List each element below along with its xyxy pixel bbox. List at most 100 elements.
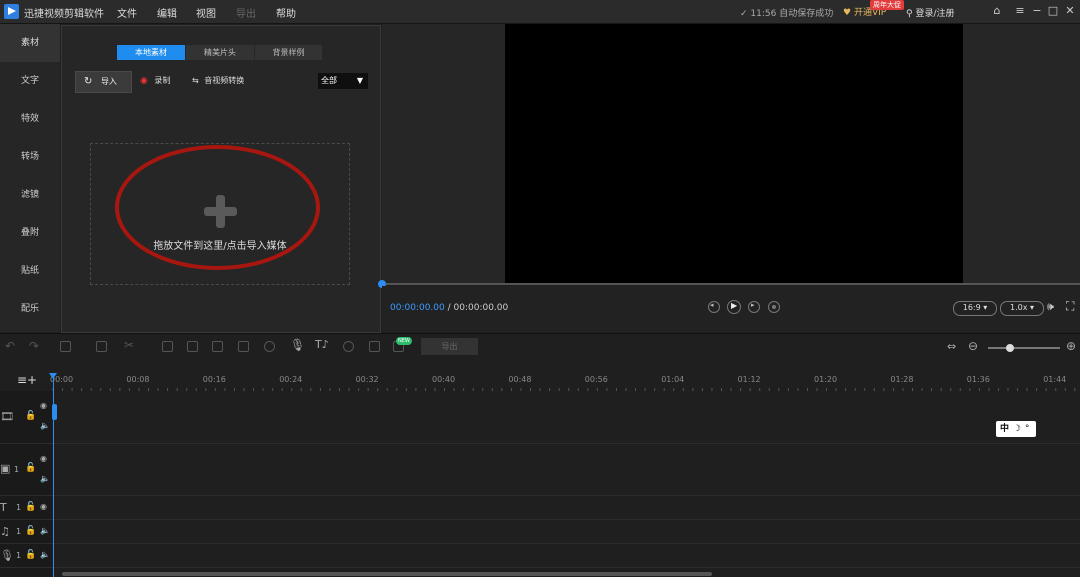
- close-icon[interactable]: ✕: [1064, 5, 1076, 17]
- eye-icon[interactable]: ◉: [40, 401, 47, 410]
- ime-indicator[interactable]: 中 ☽ °: [996, 421, 1036, 437]
- playback-progress-bar[interactable]: [382, 283, 1080, 285]
- media-panel: 本地素材 精美片头 背景样例 ↻ 导入 ◉ 录制 ⇆ 音视频转换 全部 ▼ 拖放…: [61, 25, 381, 333]
- fullscreen-icon[interactable]: ⛶: [1066, 299, 1074, 314]
- sidebar-item-stickers[interactable]: 贴纸: [0, 252, 60, 290]
- prev-frame-button[interactable]: ◂: [708, 301, 720, 313]
- sidebar-item-effects[interactable]: 特效: [0, 100, 60, 138]
- undo-icon[interactable]: ↶: [5, 339, 15, 353]
- lock-icon[interactable]: 🔓: [25, 526, 36, 536]
- resize-icon[interactable]: [187, 341, 198, 352]
- cut-icon[interactable]: ✂: [124, 338, 134, 352]
- ruler-tick-label: 01:36: [966, 375, 990, 384]
- duration-icon[interactable]: [264, 341, 275, 352]
- menu-edit[interactable]: 编辑: [157, 5, 177, 20]
- convert-icon: ⇆: [192, 76, 199, 85]
- tab-intros[interactable]: 精美片头: [186, 45, 254, 60]
- volume-icon[interactable]: 🕪: [1047, 300, 1054, 314]
- aspect-ratio-select[interactable]: 16:9 ▾: [953, 301, 997, 316]
- menu-export[interactable]: 导出: [236, 5, 256, 20]
- overlay-track[interactable]: [0, 444, 1080, 496]
- chevron-down-icon: ▾: [1030, 303, 1035, 312]
- redo-icon[interactable]: ↷: [29, 339, 39, 353]
- sidebar-item-text[interactable]: 文字: [0, 62, 60, 100]
- ruler-tick-label: 01:12: [737, 375, 761, 384]
- ruler-tick-label: 00:16: [202, 375, 226, 384]
- speaker-icon[interactable]: 🔈: [40, 550, 50, 559]
- zoom-out-icon[interactable]: ⊖: [968, 339, 978, 353]
- sidebar-item-transitions[interactable]: 转场: [0, 138, 60, 176]
- track-number: 1: [16, 503, 22, 512]
- playhead-marker[interactable]: [52, 404, 57, 420]
- video-preview-canvas[interactable]: [505, 24, 963, 283]
- menu-help[interactable]: 帮助: [276, 5, 296, 20]
- stop-button[interactable]: [768, 301, 780, 313]
- delete-icon[interactable]: [60, 341, 71, 352]
- speaker-icon[interactable]: 🔈: [40, 421, 50, 430]
- layers-icon[interactable]: [369, 341, 380, 352]
- tab-local-media[interactable]: 本地素材: [117, 45, 185, 60]
- zoom-in-icon[interactable]: ⊕: [1066, 339, 1076, 353]
- next-frame-icon: ▸: [751, 301, 755, 309]
- sidebar-item-filters[interactable]: 滤镜: [0, 176, 60, 214]
- menu-icon[interactable]: ≡: [1014, 5, 1026, 17]
- microphone-icon[interactable]: 🎙: [290, 338, 305, 352]
- diamond-icon: ♥: [843, 8, 854, 18]
- timeline-scrollbar[interactable]: [62, 572, 712, 576]
- prev-frame-icon: ◂: [710, 301, 714, 309]
- sidebar-item-music[interactable]: 配乐: [0, 290, 60, 328]
- app-title: 迅捷视频剪辑软件: [24, 9, 104, 20]
- speaker-icon[interactable]: 🔈: [40, 474, 50, 483]
- mosaic-icon[interactable]: [212, 341, 223, 352]
- music-track[interactable]: [0, 520, 1080, 544]
- timecode: 00:00:00.00 / 00:00:00.00: [390, 303, 508, 313]
- text-to-speech-icon[interactable]: T♪: [315, 338, 329, 351]
- lock-icon[interactable]: 🔓: [25, 502, 36, 512]
- play-icon: ▶: [731, 301, 738, 310]
- overlay-track-icon: ▣: [0, 462, 11, 475]
- play-button[interactable]: ▶: [727, 300, 741, 314]
- home-icon[interactable]: ⌂: [991, 5, 1003, 17]
- menu-view[interactable]: 视图: [196, 5, 216, 20]
- edit-icon[interactable]: [96, 341, 107, 352]
- convert-button[interactable]: ⇆ 音视频转换: [192, 75, 244, 86]
- convert-label: 音视频转换: [204, 76, 245, 85]
- freeze-frame-icon[interactable]: [238, 341, 249, 352]
- export-button[interactable]: 导出: [421, 338, 478, 355]
- total-time: / 00:00:00.00: [447, 303, 509, 313]
- voice-track[interactable]: [0, 544, 1080, 568]
- record-button[interactable]: ◉ 录制: [140, 75, 170, 86]
- import-button[interactable]: ↻ 导入: [75, 71, 132, 93]
- lock-icon[interactable]: 🔓: [25, 550, 36, 560]
- next-frame-button[interactable]: ▸: [748, 301, 760, 313]
- text-track[interactable]: [0, 496, 1080, 520]
- eye-icon[interactable]: ◉: [40, 454, 47, 463]
- lock-icon[interactable]: 🔓: [25, 411, 36, 421]
- media-filter-select[interactable]: 全部 ▼: [318, 73, 368, 89]
- eye-icon[interactable]: ◉: [40, 502, 47, 511]
- playhead-handle[interactable]: [49, 373, 57, 379]
- speed-select[interactable]: 1.0x ▾: [1000, 301, 1044, 316]
- maximize-icon[interactable]: □: [1047, 5, 1059, 17]
- import-icon: ↻: [84, 76, 93, 87]
- tab-backgrounds[interactable]: 背景样例: [255, 45, 322, 60]
- effects-icon[interactable]: [343, 341, 354, 352]
- video-track[interactable]: [0, 391, 1080, 444]
- menu-file[interactable]: 文件: [117, 5, 137, 20]
- minimize-icon[interactable]: −: [1031, 5, 1043, 17]
- fit-timeline-icon[interactable]: ⇔: [947, 340, 956, 353]
- zoom-slider-handle[interactable]: [1006, 344, 1014, 352]
- crop-icon[interactable]: [162, 341, 173, 352]
- sidebar-item-media[interactable]: 素材: [0, 24, 60, 62]
- lock-icon[interactable]: 🔓: [25, 463, 36, 473]
- export-label: 导出: [441, 342, 458, 351]
- import-label: 导入: [100, 77, 117, 86]
- login-button[interactable]: ⚲ 登录/注册: [906, 6, 955, 19]
- sidebar-item-overlays[interactable]: 叠附: [0, 214, 60, 252]
- ruler-tick-label: 01:04: [661, 375, 685, 384]
- voice-track-icon: 🎙: [0, 549, 14, 562]
- ruler-tick-label: 00:32: [355, 375, 379, 384]
- zoom-slider[interactable]: [988, 347, 1060, 349]
- speaker-icon[interactable]: 🔈: [40, 526, 50, 535]
- music-track-icon: ♫: [0, 525, 10, 538]
